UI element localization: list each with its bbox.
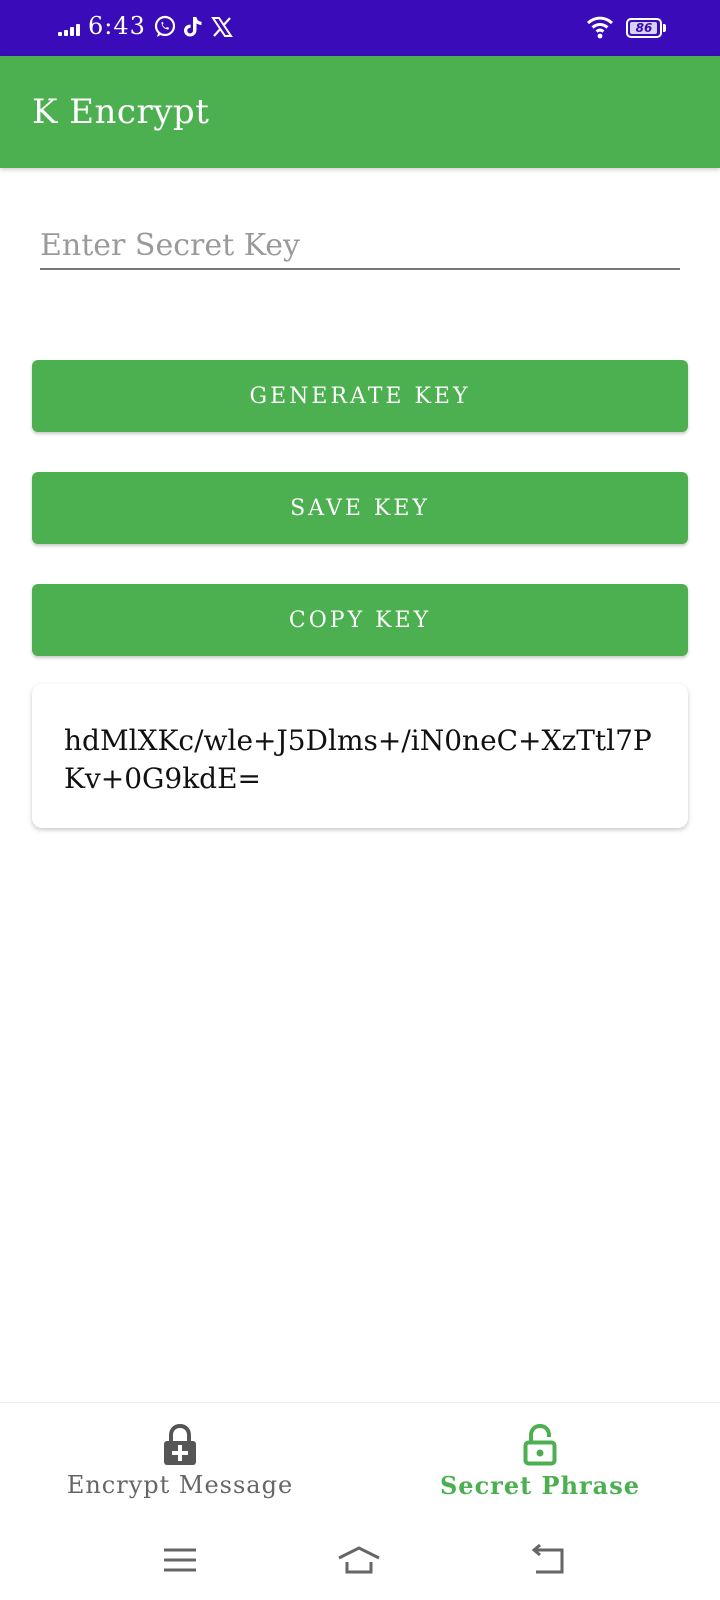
bottom-navigation: Encrypt Message Secret Phrase (0, 1402, 720, 1518)
secret-key-input[interactable] (40, 222, 680, 270)
whatsapp-icon (154, 15, 176, 37)
home-icon[interactable] (335, 1540, 383, 1580)
generated-key-text: hdMlXKc/wle+J5Dlms+/iN0neC+XzTtl7PKv+0G9… (64, 724, 652, 795)
status-bar: 6:43 86 (0, 0, 720, 56)
lock-open-icon (523, 1423, 557, 1466)
nav-label-encrypt-message: Encrypt Message (66, 1471, 294, 1499)
lock-plus-icon (164, 1423, 196, 1465)
save-key-button[interactable]: SAVE KEY (32, 472, 688, 544)
wifi-icon (586, 16, 614, 39)
copy-key-button[interactable]: COPY KEY (32, 584, 688, 656)
back-icon[interactable] (528, 1540, 568, 1580)
tiktok-icon (184, 17, 202, 37)
generate-key-button[interactable]: GENERATE KEY (32, 360, 688, 432)
signal-icon (58, 22, 80, 36)
x-icon (211, 17, 233, 37)
generated-key-card: hdMlXKc/wle+J5Dlms+/iN0neC+XzTtl7PKv+0G9… (32, 684, 688, 828)
app-title: K Encrypt (32, 92, 210, 132)
battery-tip (663, 24, 666, 32)
battery-level: 86 (635, 21, 653, 35)
nav-item-secret-phrase[interactable]: Secret Phrase (360, 1403, 720, 1519)
app-bar: K Encrypt (0, 56, 720, 168)
nav-item-encrypt-message[interactable]: Encrypt Message (0, 1403, 360, 1519)
menu-icon[interactable] (160, 1540, 200, 1580)
nav-label-secret-phrase: Secret Phrase (439, 1471, 641, 1500)
battery-icon: 86 (626, 18, 662, 38)
system-navigation-bar (0, 1518, 720, 1600)
status-time: 6:43 (88, 12, 146, 40)
